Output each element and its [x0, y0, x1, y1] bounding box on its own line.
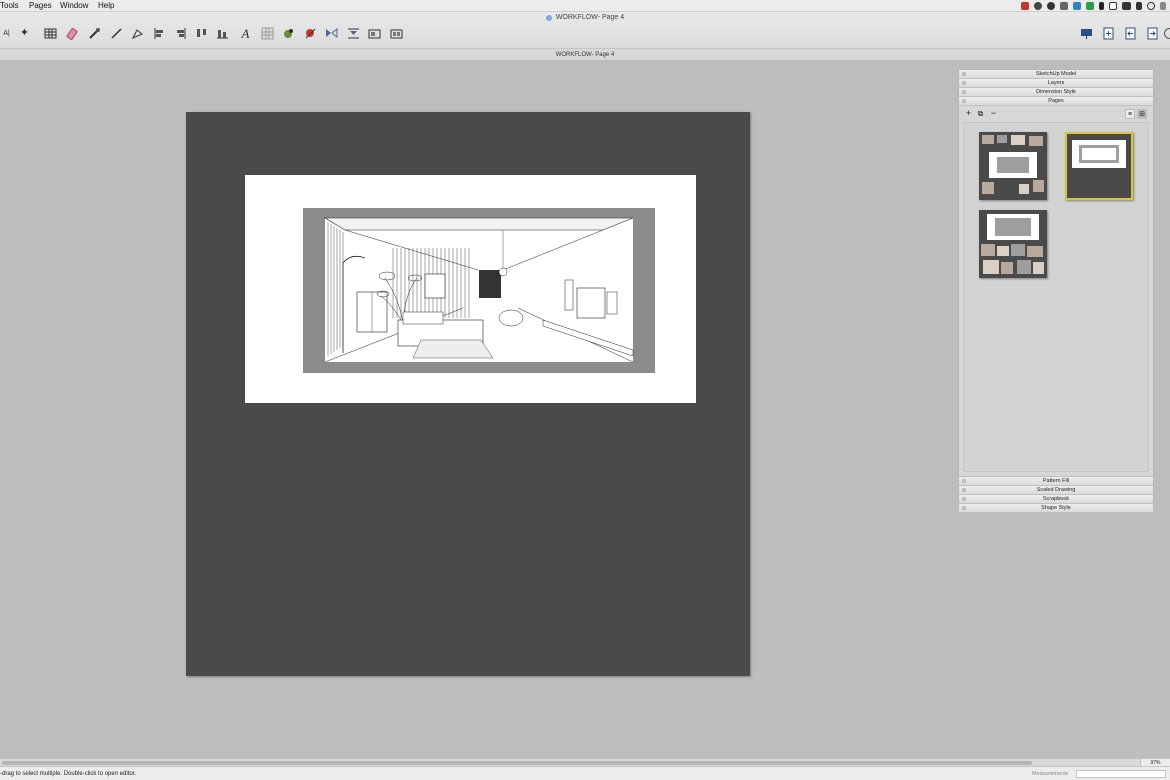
menu-bar: Tools Pages Window Help	[0, 0, 1170, 12]
page-paper[interactable]	[186, 112, 750, 676]
pen-tool-icon[interactable]	[131, 27, 144, 40]
horizontal-scrollbar[interactable]: 97%	[0, 758, 1170, 767]
duplicate-page-button[interactable]: ⧉	[976, 109, 985, 118]
add-page-icon[interactable]	[1102, 27, 1115, 40]
measurements-input[interactable]	[1076, 770, 1166, 778]
default-tray: SketchUp Model Layers Dimension Style Pa…	[958, 69, 1154, 513]
thumbnail-view-button[interactable]: ⊞	[1137, 109, 1147, 119]
text-tool-icon[interactable]: A	[239, 27, 252, 40]
finder-icon[interactable]	[1073, 2, 1081, 10]
search-icon[interactable]	[1147, 2, 1155, 10]
menu-icon[interactable]	[1160, 2, 1166, 10]
interior-line-drawing	[303, 208, 655, 373]
ungroup-icon[interactable]	[390, 27, 403, 40]
window-title: WORKFLOW- Page 4	[0, 14, 1170, 21]
align-left-icon[interactable]	[153, 27, 166, 40]
page-thumbnail-1[interactable]	[979, 132, 1047, 200]
status-text: -drag to select multiple. Double-click t…	[0, 771, 137, 777]
tray-panel-scaled-drawing[interactable]: Scaled Drawing	[959, 486, 1153, 495]
tray-panel-layers[interactable]: Layers	[959, 79, 1153, 88]
help-icon[interactable]	[1163, 27, 1170, 40]
menu-tools[interactable]: Tools	[0, 0, 19, 12]
select-tool-icon[interactable]: A|	[0, 27, 13, 40]
adobe-icon[interactable]	[1021, 2, 1029, 10]
page-thumbnail-3[interactable]	[979, 210, 1047, 278]
center-icon[interactable]	[347, 27, 360, 40]
present-icon[interactable]	[1080, 27, 1093, 40]
box-icon[interactable]	[1060, 2, 1068, 10]
document-tab-title[interactable]: WORKFLOW- Page 4	[0, 49, 1170, 61]
split-icon[interactable]	[304, 27, 317, 40]
wand-tool-icon[interactable]: ✦	[18, 27, 31, 40]
interior-render-image[interactable]	[303, 208, 655, 373]
previous-page-icon[interactable]	[1124, 27, 1137, 40]
tray-panel-shape-style[interactable]: Shape Style	[959, 504, 1153, 513]
toolbar: WORKFLOW- Page 4 A| ✦ A	[0, 12, 1170, 48]
volume-icon[interactable]	[1136, 2, 1142, 10]
menu-help[interactable]: Help	[98, 0, 114, 12]
add-page-button[interactable]: +	[964, 109, 973, 118]
align-bottom-icon[interactable]	[216, 27, 229, 40]
scrollbar-thumb[interactable]	[2, 761, 1032, 765]
next-page-icon[interactable]	[1146, 27, 1159, 40]
tray-panel-scrapbook[interactable]: Scrapbook	[959, 495, 1153, 504]
display-icon[interactable]	[1109, 2, 1117, 10]
battery-icon[interactable]	[1086, 2, 1094, 10]
list-view-button[interactable]: ≡	[1125, 109, 1135, 119]
pages-panel: + ⧉ − ≡ ⊞	[959, 106, 1153, 477]
delete-page-button[interactable]: −	[989, 109, 998, 118]
menu-window[interactable]: Window	[60, 0, 88, 12]
creative-cloud-icon[interactable]	[1047, 2, 1055, 10]
measurements-label: Measurements	[1032, 771, 1069, 777]
bluetooth-icon[interactable]	[1099, 2, 1104, 10]
tray-panel-sketchup-model[interactable]: SketchUp Model	[959, 70, 1153, 79]
tray-panel-pattern-fill[interactable]: Pattern Fill	[959, 477, 1153, 486]
grid-icon[interactable]	[261, 27, 274, 40]
document-icon	[545, 14, 552, 21]
status-bar: -drag to select multiple. Double-click t…	[0, 766, 1170, 780]
dropbox-icon[interactable]	[1034, 2, 1042, 10]
group-icon[interactable]	[368, 27, 381, 40]
tray-panel-dimension-style[interactable]: Dimension Style	[959, 88, 1153, 97]
menu-pages[interactable]: Pages	[29, 0, 52, 12]
tray-panel-pages[interactable]: Pages	[959, 97, 1153, 106]
align-right-icon[interactable]	[174, 27, 187, 40]
wifi-icon[interactable]	[1122, 2, 1131, 10]
page-thumbnails	[963, 122, 1149, 472]
paint-icon[interactable]	[282, 27, 295, 40]
sketchup-viewport[interactable]	[245, 175, 696, 403]
page-thumbnail-2[interactable]	[1065, 132, 1133, 200]
flip-icon[interactable]	[325, 27, 338, 40]
table-tool-icon[interactable]	[44, 27, 57, 40]
pencil-tool-icon[interactable]	[110, 27, 123, 40]
distribute-icon[interactable]	[195, 27, 208, 40]
style-tool-icon[interactable]	[88, 27, 101, 40]
document-tab-bar: WORKFLOW- Page 4	[0, 48, 1170, 61]
pages-toolbar: + ⧉ − ≡ ⊞	[963, 109, 1149, 119]
eraser-tool-icon[interactable]	[66, 27, 79, 40]
